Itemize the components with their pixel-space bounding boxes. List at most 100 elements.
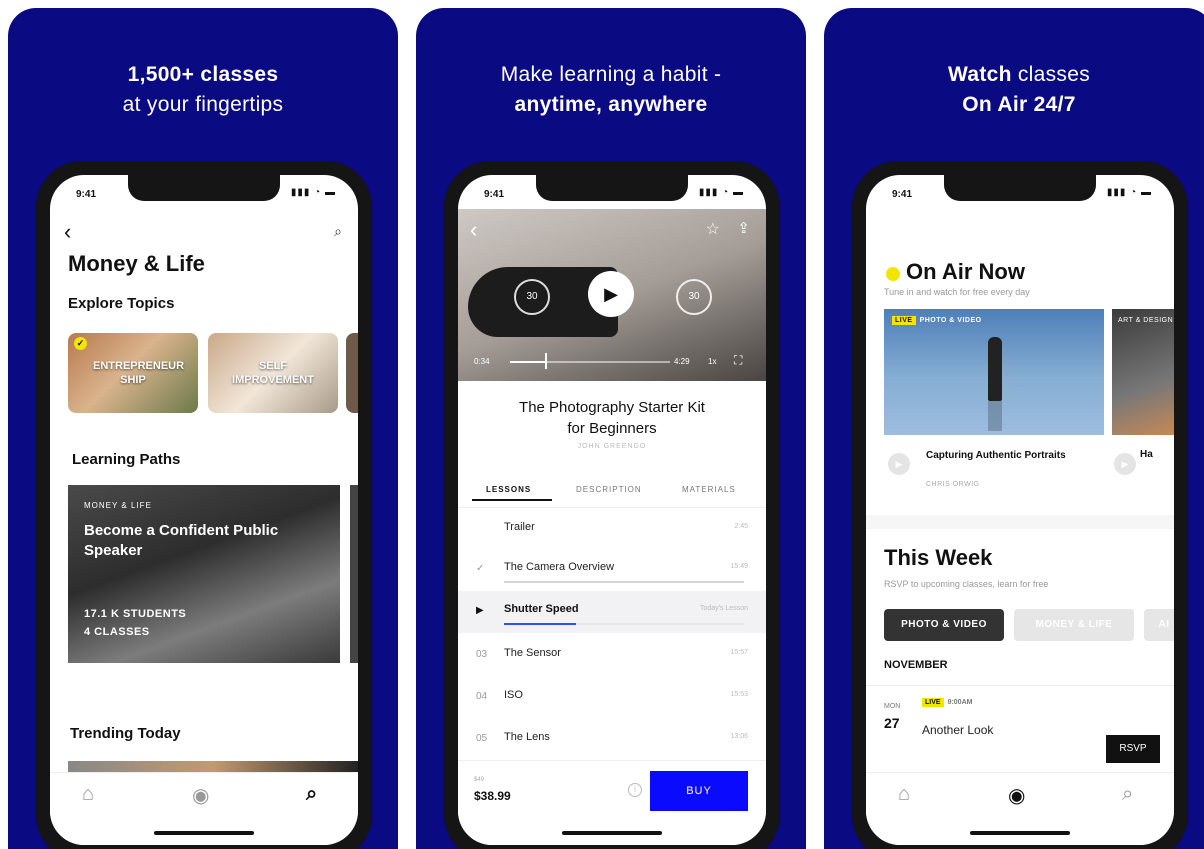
purchase-bar: $49 $38.99 i BUY	[458, 760, 766, 845]
back-arrow-icon[interactable]: ‹	[470, 217, 477, 243]
lesson-name: Shutter Speed	[504, 603, 579, 615]
lesson-duration: 2:45	[734, 523, 748, 530]
rsvp-button[interactable]: RSVP	[1106, 735, 1160, 763]
lesson-name: The Sensor	[504, 647, 561, 659]
event-title[interactable]: Another Look	[922, 723, 993, 737]
status-icons: ▮▮▮ ◔ ▬	[1106, 187, 1152, 198]
price: $38.99	[474, 789, 511, 803]
live-class-card-partial[interactable]: ART & DESIGN	[1112, 309, 1174, 435]
lesson-name: ISO	[504, 689, 523, 701]
home-indicator	[970, 831, 1070, 835]
event-live-time: LIVE 9:00AM	[922, 698, 972, 707]
section-title-trending: Trending Today	[70, 725, 181, 742]
lesson-name: The Lens	[504, 731, 550, 743]
this-week-subtitle: RSVP to upcoming classes, learn for free	[884, 579, 1049, 589]
promo-panel-1: 1,500+ classes at your fingertips 9:41 ▮…	[8, 8, 398, 849]
lesson-number: ▶	[476, 605, 484, 616]
lesson-row[interactable]: Trailer 2:45	[458, 509, 766, 551]
fullscreen-icon[interactable]: ⛶	[734, 353, 742, 368]
path-stats: 17.1 K STUDENTS 4 CLASSES	[84, 608, 187, 638]
section-divider	[866, 515, 1174, 529]
learning-path-card[interactable]: MONEY & LIFE Become a Confident Public S…	[68, 485, 340, 663]
event-date: 27	[884, 715, 900, 731]
topic-card-partial[interactable]	[346, 333, 358, 413]
filter-chip-money-life[interactable]: MONEY & LIFE	[1014, 609, 1134, 641]
course-title: The Photography Starter Kit for Beginner…	[519, 399, 705, 437]
live-card-author: CHRIS ORWIG	[926, 481, 980, 488]
filter-chip-partial[interactable]: AI	[1144, 609, 1174, 641]
tab-materials[interactable]: MATERIALS	[682, 485, 736, 494]
course-tabs: LESSONS DESCRIPTION MATERIALS	[458, 479, 766, 508]
home-icon[interactable]: ⌂	[82, 783, 94, 806]
lesson-row[interactable]: 05 The Lens 13:06	[458, 719, 766, 761]
play-icon[interactable]: ▶	[1114, 453, 1136, 475]
video-still	[988, 337, 1002, 401]
status-time: 9:41	[892, 189, 913, 200]
speed-button[interactable]: 1x	[708, 357, 716, 366]
info-icon[interactable]: i	[628, 783, 642, 797]
bottom-tab-bar: ⌂ ◉ ⌕	[50, 772, 358, 845]
search-icon[interactable]: ⌕	[306, 783, 317, 806]
lesson-number: 05	[476, 733, 488, 744]
play-icon[interactable]: ▶	[888, 453, 910, 475]
learning-path-card-partial[interactable]	[350, 485, 358, 663]
lesson-row[interactable]: ✓ The Camera Overview 15:49	[458, 549, 766, 591]
home-icon[interactable]: ⌂	[898, 783, 910, 806]
on-air-icon[interactable]: ◉	[192, 783, 209, 808]
phone-frame: 9:41 ▮▮▮ ◔ ▬ ‹ ☆ ⇪ 30 ▶ 30 0:34 4:29 1x …	[444, 161, 780, 849]
lesson-row[interactable]: 04 ISO 15:53	[458, 677, 766, 719]
tab-lessons[interactable]: LESSONS	[486, 485, 531, 494]
promo-panel-2: Make learning a habit - anytime, anywher…	[416, 8, 806, 849]
lesson-duration: 15:53	[730, 691, 748, 698]
lesson-row[interactable]: ▶ Shutter Speed Today's Lesson	[458, 591, 766, 633]
play-icon[interactable]: ▶	[588, 271, 634, 317]
home-indicator	[154, 831, 254, 835]
topic-card-entrepreneurship[interactable]: ✓ ENTREPRENEUR SHIP	[68, 333, 198, 413]
status-icons: ▮▮▮ ◔ ▬	[698, 187, 744, 198]
promo-panel-3: Watch classes On Air 24/7 9:41 ▮▮▮ ◔ ▬ O…	[824, 8, 1204, 849]
lesson-name: The Camera Overview	[504, 561, 615, 573]
star-icon[interactable]: ☆	[706, 219, 720, 239]
skip-back-icon[interactable]: 30	[514, 279, 550, 315]
topic-card-self-improvement[interactable]: SELF IMPROVEMENT	[208, 333, 338, 413]
home-indicator	[562, 831, 662, 835]
lesson-duration: 15:57	[730, 649, 748, 656]
promo-headline-3: Watch classes On Air 24/7	[948, 63, 1090, 116]
skip-forward-icon[interactable]: 30	[676, 279, 712, 315]
topic-label: SELF IMPROVEMENT	[232, 360, 314, 386]
lesson-duration: 13:06	[730, 733, 748, 740]
lesson-number: 03	[476, 649, 488, 660]
bottom-tab-bar: ⌂ ◉ ⌕	[866, 772, 1174, 845]
search-icon[interactable]: ⌕	[1122, 783, 1133, 806]
status-time: 9:41	[484, 189, 505, 200]
topic-label: ENTREPRENEUR SHIP	[93, 360, 185, 386]
phone-screen: 9:41 ▮▮▮ ◔ ▬ ‹ ☆ ⇪ 30 ▶ 30 0:34 4:29 1x …	[458, 175, 766, 845]
this-week-title: This Week	[884, 545, 993, 570]
promo-headline-2: Make learning a habit - anytime, anywher…	[500, 63, 722, 116]
divider	[866, 685, 1174, 686]
lesson-row[interactable]: 03 The Sensor 15:57	[458, 635, 766, 677]
on-air-icon[interactable]: ◉	[1008, 783, 1025, 808]
lesson-number: 04	[476, 691, 488, 702]
lesson-progress-fill	[504, 623, 576, 625]
live-card-title-partial: Ha	[1140, 449, 1153, 460]
notch	[128, 175, 280, 201]
buy-button[interactable]: BUY	[650, 771, 748, 811]
check-icon: ✓	[74, 337, 87, 350]
section-title-learning-paths: Learning Paths	[72, 451, 181, 468]
status-icons: ▮▮▮ ◔ ▬	[290, 187, 336, 198]
scrubber-handle[interactable]	[545, 353, 547, 369]
active-tab-indicator	[472, 499, 552, 501]
phone-frame: 9:41 ▮▮▮ ◔ ▬ ‹ ⌕ Money & Life Explore To…	[36, 161, 372, 849]
filter-chip-photo-video[interactable]: PHOTO & VIDEO	[884, 609, 1004, 641]
elapsed-time: 0:34	[474, 357, 490, 366]
live-class-card[interactable]: LIVE PHOTO & VIDEO	[884, 309, 1104, 435]
live-dot-icon	[886, 267, 900, 281]
share-icon[interactable]: ⇪	[737, 219, 750, 237]
back-arrow-icon[interactable]: ‹	[64, 219, 71, 245]
tab-description[interactable]: DESCRIPTION	[576, 485, 642, 494]
phone-screen: 9:41 ▮▮▮ ◔ ▬ ‹ ⌕ Money & Life Explore To…	[50, 175, 358, 845]
search-icon[interactable]: ⌕	[334, 223, 342, 240]
notch	[944, 175, 1096, 201]
video-player[interactable]: ‹ ☆ ⇪ 30 ▶ 30 0:34 4:29 1x ⛶	[458, 209, 766, 381]
